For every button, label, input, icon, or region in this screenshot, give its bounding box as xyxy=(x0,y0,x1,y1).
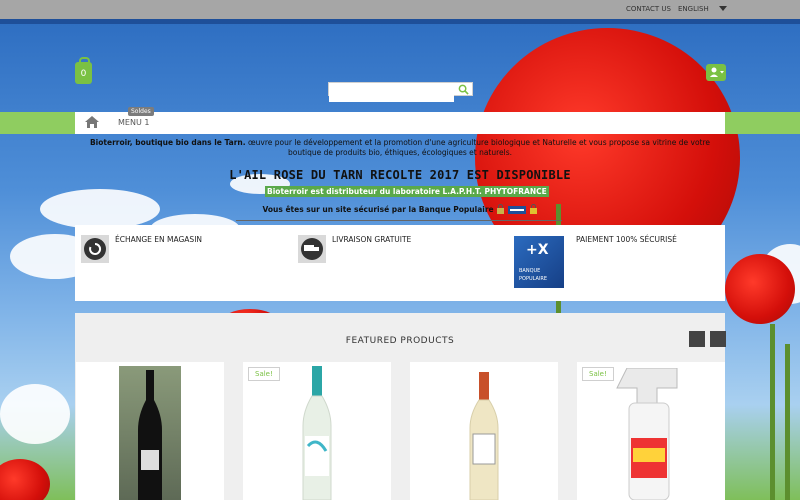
headline: L'AIL ROSE DU TARN RECOLTE 2017 EST DISP… xyxy=(229,168,571,182)
refresh-icon xyxy=(81,235,109,263)
sale-badge: Sale! xyxy=(582,367,614,381)
wine-bottle-icon xyxy=(302,366,332,500)
user-account-button[interactable] xyxy=(706,64,726,81)
main-menu xyxy=(75,112,725,134)
product-card[interactable] xyxy=(577,362,725,500)
search-icon[interactable] xyxy=(458,84,469,95)
intro-text: Bioterroir, boutique bio dans le Tarn. œ… xyxy=(78,138,722,158)
chevron-down-icon xyxy=(719,6,727,11)
product-card[interactable] xyxy=(243,362,391,500)
bp-logo-line2: POPULAIRE xyxy=(519,276,548,282)
secure-text: Vous êtes sur un site sécurisé par la Ba… xyxy=(262,205,494,214)
search-box xyxy=(328,82,473,102)
sale-badge: Sale! xyxy=(248,367,280,381)
divider xyxy=(236,220,562,221)
product-card[interactable] xyxy=(410,362,558,500)
language-selector[interactable]: ENGLISH xyxy=(678,5,727,13)
feature-label-payment: PAIEMENT 100% SÉCURISÉ xyxy=(576,235,677,244)
soldes-badge: Soldes xyxy=(128,107,154,116)
featured-products-title: FEATURED PRODUCTS xyxy=(345,336,455,346)
contact-us-link[interactable]: CONTACT US xyxy=(626,5,671,13)
carousel-next-button[interactable] xyxy=(710,331,726,347)
spray-bottle-icon xyxy=(616,368,678,500)
carousel-prev-button[interactable] xyxy=(689,331,705,347)
bp-logo-line1: BANQUE xyxy=(519,268,541,274)
lock-icon xyxy=(529,204,537,214)
menu-item-1[interactable]: MENU 1 xyxy=(118,118,149,127)
search-input[interactable] xyxy=(329,89,454,102)
secure-badges xyxy=(496,204,537,216)
language-label: ENGLISH xyxy=(678,5,709,13)
lock-icon xyxy=(497,204,505,214)
feature-label-exchange: ÉCHANGE EN MAGASIN xyxy=(115,235,203,244)
intro-brand: Bioterroir, boutique bio dans le Tarn. xyxy=(89,138,246,147)
product-card[interactable] xyxy=(76,362,224,500)
distributor-note: Bioterroir est distributeur du laboratoi… xyxy=(265,186,549,197)
secure-note: Vous êtes sur un site sécurisé par la Ba… xyxy=(240,204,560,216)
truck-icon xyxy=(298,235,326,263)
card-icon xyxy=(507,206,526,214)
intro-body: œuvre pour le développement et la promot… xyxy=(245,138,711,157)
wine-bottle-icon xyxy=(138,370,162,500)
cart-button[interactable]: 0 xyxy=(75,57,92,84)
wine-bottle-icon xyxy=(469,372,499,500)
top-bar-divider xyxy=(0,19,800,24)
user-icon xyxy=(710,67,724,77)
banque-populaire-logo: +X BANQUE POPULAIRE xyxy=(514,236,564,288)
feature-label-delivery: LIVRAISON GRATUITE xyxy=(332,235,412,244)
cart-count: 0 xyxy=(80,69,87,79)
home-icon[interactable] xyxy=(84,115,100,129)
